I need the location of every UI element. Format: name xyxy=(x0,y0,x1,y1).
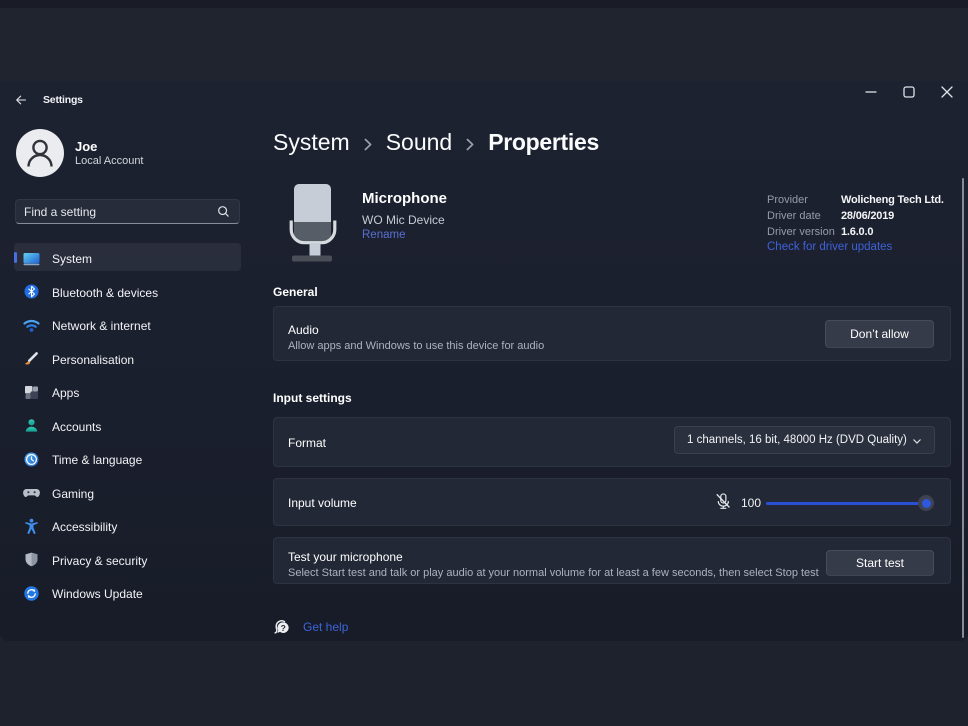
svg-text:?: ? xyxy=(281,623,286,633)
